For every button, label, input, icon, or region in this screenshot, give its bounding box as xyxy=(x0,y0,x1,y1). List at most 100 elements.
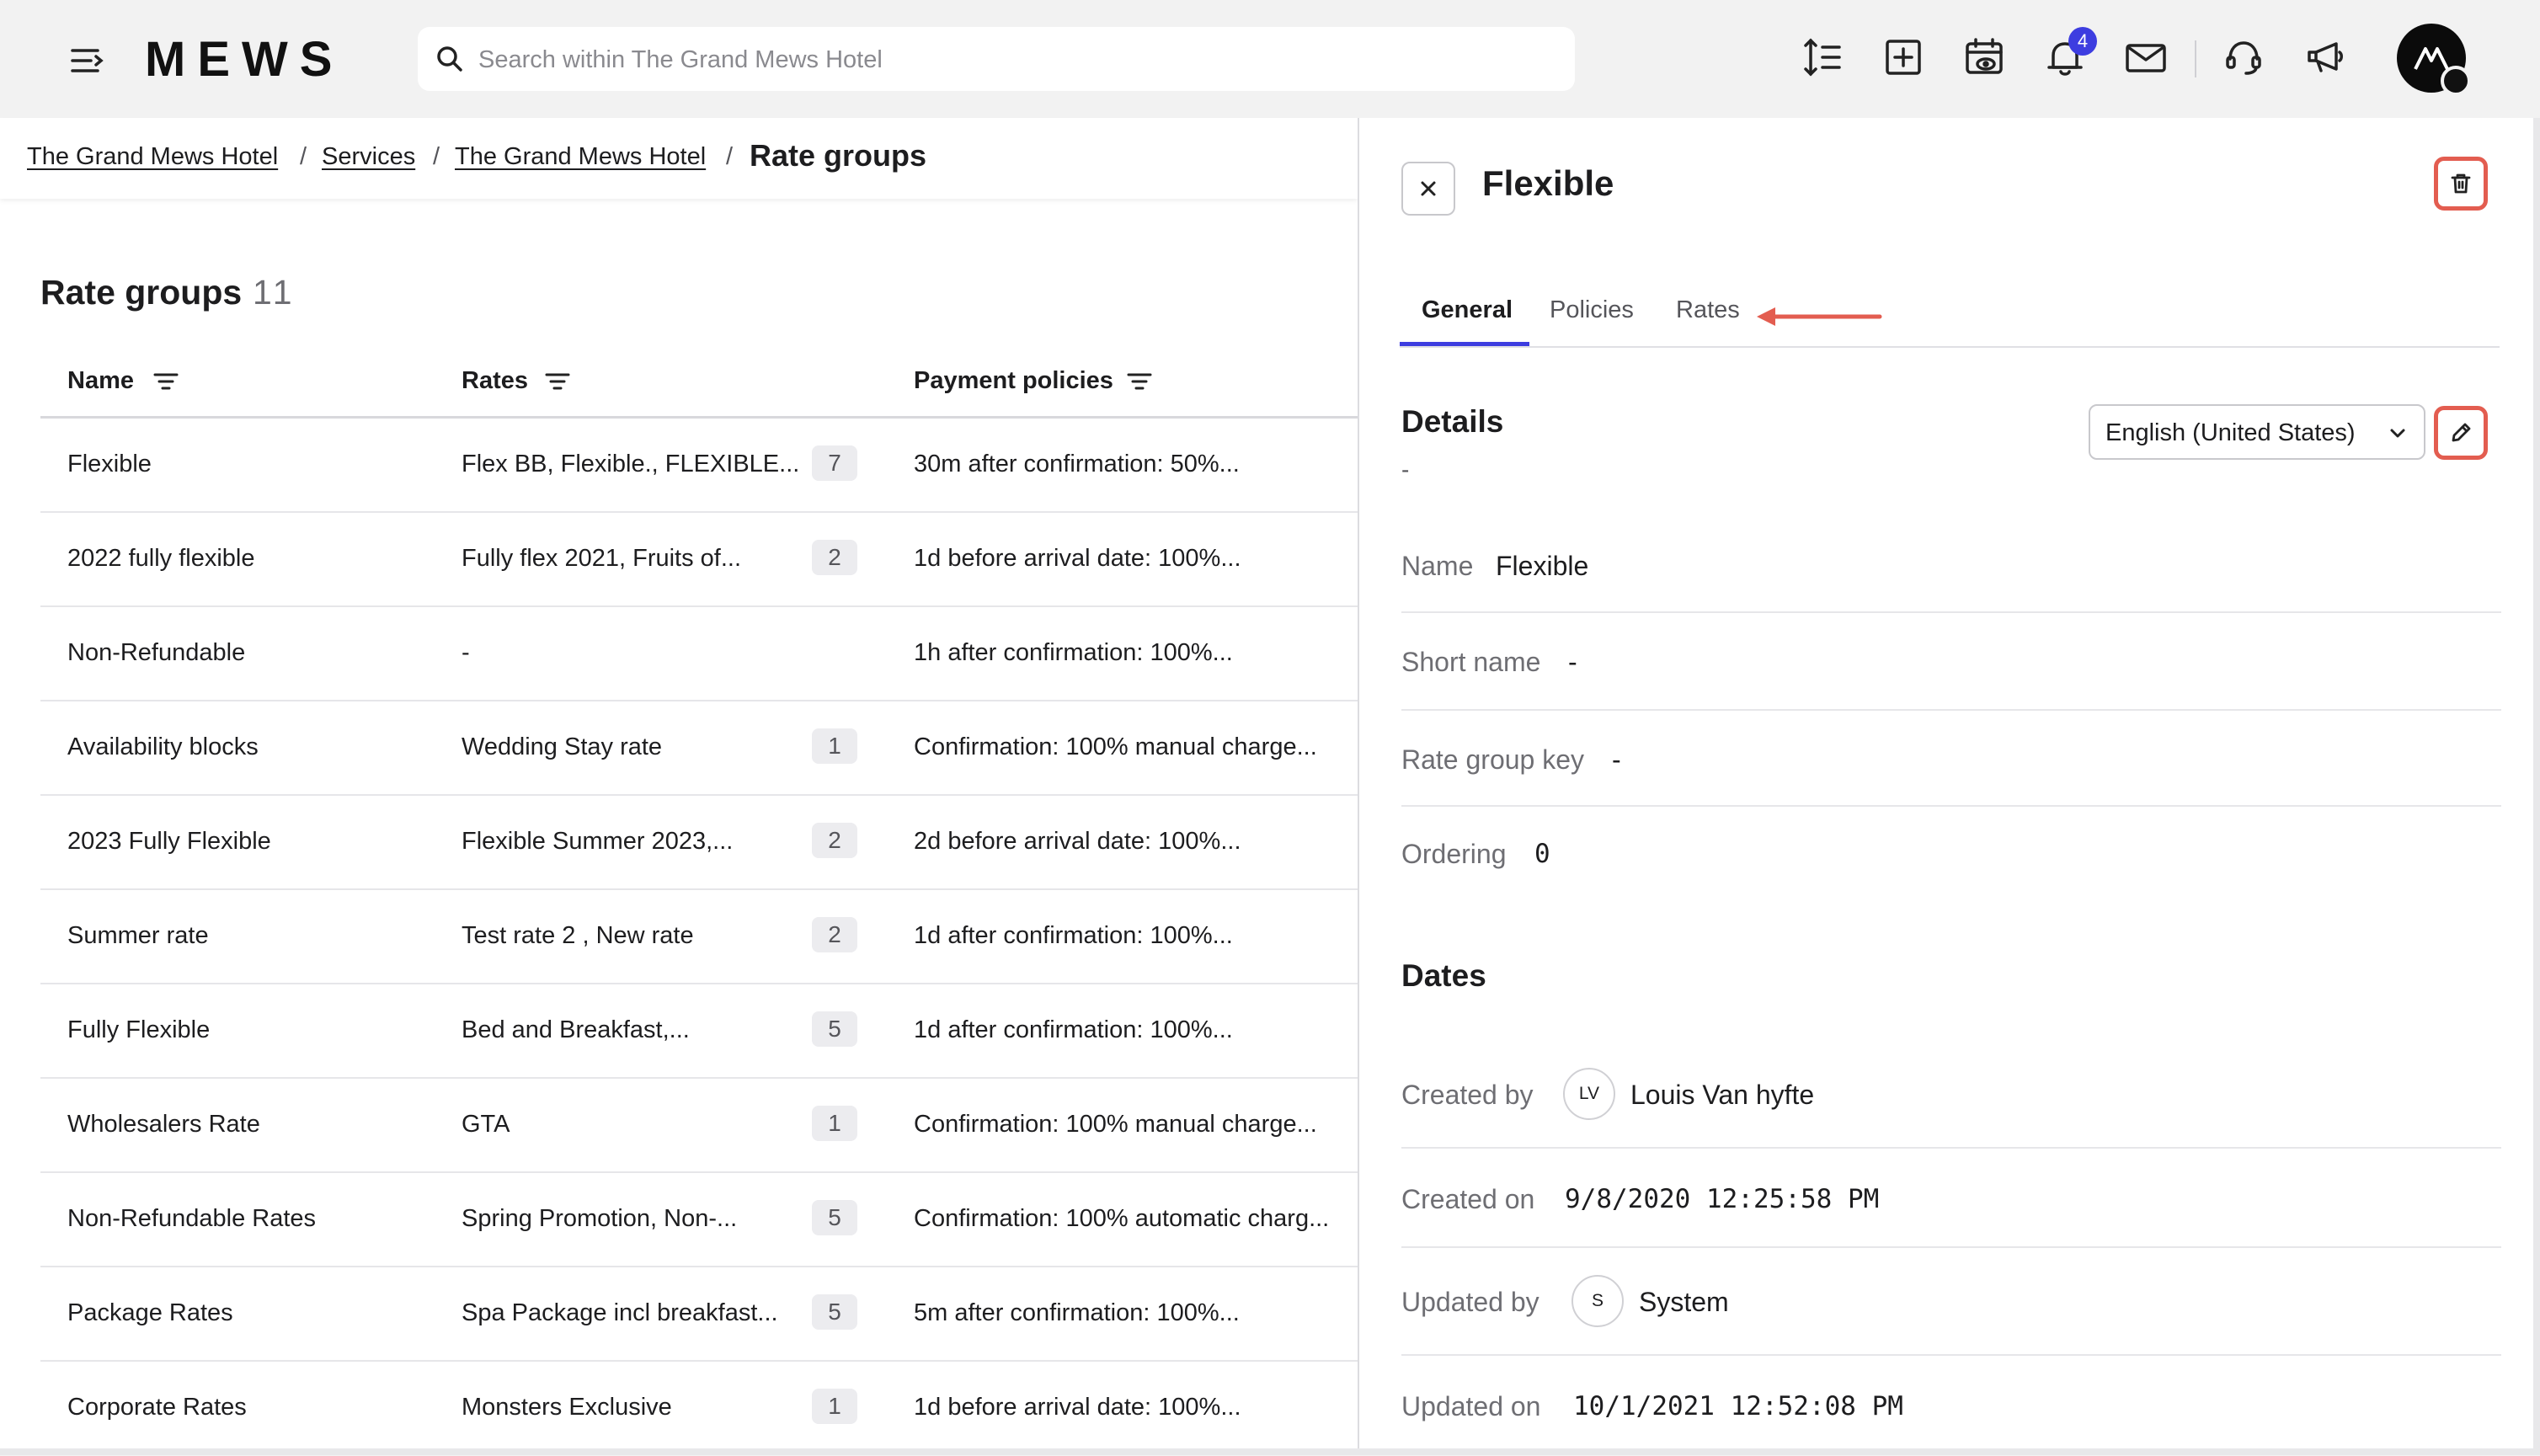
field-value: 10/1/2021 12:52:08 PM xyxy=(1573,1391,1903,1421)
field-updated-by: Updated by S System xyxy=(1401,1248,2501,1356)
row-rates: - xyxy=(462,639,470,666)
table-row[interactable]: Summer rate Test rate 2 , New rate 2 1d aft… xyxy=(40,890,1358,984)
filter-icon[interactable] xyxy=(543,367,572,396)
details-heading: Details xyxy=(1401,404,1504,439)
delete-button[interactable] xyxy=(2434,157,2488,211)
tabs-divider xyxy=(1400,346,2500,348)
table-row[interactable]: Availability blocks Wedding Stay rate 1 Con… xyxy=(40,701,1358,796)
row-name: Package Rates xyxy=(67,1299,233,1326)
field-label: Updated by xyxy=(1401,1287,1539,1317)
field-value: Flexible xyxy=(1496,551,1589,581)
table-row[interactable]: 2023 Fully Flexible Flexible Summer 2023,… xyxy=(40,796,1358,890)
column-header-rates[interactable]: Rates xyxy=(462,367,528,395)
field-label: Created on xyxy=(1401,1184,1535,1214)
filter-icon[interactable] xyxy=(1125,367,1154,396)
row-rates: Fully flex 2021, Fruits of... xyxy=(462,545,742,572)
notification-count-badge: 4 xyxy=(2068,27,2097,56)
field-short-name: Short name - xyxy=(1401,613,2501,711)
line-height-icon[interactable] xyxy=(1799,34,1846,81)
menu-collapse-icon[interactable] xyxy=(66,39,109,83)
row-payment-policy: 1d after confirmation: 100%... xyxy=(914,1016,1233,1043)
page-title: Rate groups xyxy=(40,273,243,312)
field-label: Created by xyxy=(1401,1080,1534,1110)
close-button[interactable] xyxy=(1401,162,1455,216)
rates-count-badge: 1 xyxy=(812,728,857,764)
column-header-payment-policies[interactable]: Payment policies xyxy=(914,367,1113,395)
row-name: Non-Refundable xyxy=(67,639,246,666)
field-rate-group-key: Rate group key - xyxy=(1401,711,2501,807)
row-name: Availability blocks xyxy=(67,733,259,760)
row-payment-policy: 1d before arrival date: 100%... xyxy=(914,545,1241,572)
tab-general[interactable]: General xyxy=(1422,296,1513,324)
avatar-status-dot xyxy=(2441,66,2471,96)
search-bar[interactable] xyxy=(418,27,1575,93)
rate-group-count: 11 xyxy=(253,273,296,312)
table-row[interactable]: Non-Refundable - 1h after confirmation: 10… xyxy=(40,607,1358,701)
breadcrumb-separator: / xyxy=(726,143,734,170)
toolbar-divider xyxy=(2195,40,2196,77)
rate-group-detail-panel: Flexible General Policies Rates Details … xyxy=(1359,118,2533,1448)
edit-button[interactable] xyxy=(2434,406,2488,460)
rates-count-badge: 1 xyxy=(812,1106,857,1141)
top-bar: MEWS 4 xyxy=(0,0,2540,118)
row-rates: Flex BB, Flexible., FLEXIBLE... xyxy=(462,451,800,477)
breadcrumb-current: Rate groups xyxy=(750,138,927,173)
row-name: Summer rate xyxy=(67,922,209,949)
field-label: Rate group key xyxy=(1401,744,1585,775)
user-avatar[interactable] xyxy=(2397,24,2471,96)
mail-icon[interactable] xyxy=(2122,34,2169,81)
support-icon[interactable] xyxy=(2220,34,2267,81)
column-header-name[interactable]: Name xyxy=(67,367,134,395)
table-row[interactable]: Corporate Rates Monsters Exclusive 1 1d bef… xyxy=(40,1362,1358,1456)
row-rates: Monsters Exclusive xyxy=(462,1394,672,1421)
rates-count-badge: 5 xyxy=(812,1200,857,1235)
rates-count-badge: 2 xyxy=(812,540,857,575)
window-edge xyxy=(2533,118,2540,1455)
breadcrumb-hotel-service[interactable]: The Grand Mews Hotel xyxy=(455,143,706,171)
detail-title: Flexible xyxy=(1482,163,1614,203)
table-row[interactable]: Package Rates Spa Package incl breakfast.… xyxy=(40,1267,1358,1362)
field-name: Name Flexible xyxy=(1401,514,2501,613)
avatar: S xyxy=(1571,1275,1624,1327)
field-value: 0 xyxy=(1534,839,1550,869)
language-select-value: English (United States) xyxy=(2105,419,2356,446)
window-edge xyxy=(0,1448,2540,1455)
field-value: Louis Van hyfte xyxy=(1630,1080,1815,1110)
row-rates: Wedding Stay rate xyxy=(462,733,663,760)
rate-groups-page: The Grand Mews Hotel / Services / The Gr… xyxy=(0,118,1358,1448)
field-value: - xyxy=(1568,647,1577,677)
field-value: System xyxy=(1639,1287,1729,1317)
annotation-arrow-icon xyxy=(1757,301,1883,332)
calendar-view-icon[interactable] xyxy=(1961,34,2008,81)
table-row[interactable]: Flexible Flex BB, Flexible., FLEXIBLE... 7… xyxy=(40,419,1358,513)
megaphone-icon[interactable] xyxy=(2303,34,2350,81)
row-payment-policy: Confirmation: 100% manual charge... xyxy=(914,1111,1317,1138)
row-name: 2023 Fully Flexible xyxy=(67,828,271,855)
field-created-on: Created on 9/8/2020 12:25:58 PM xyxy=(1401,1149,2501,1248)
row-name: Non-Refundable Rates xyxy=(67,1205,317,1232)
tab-policies[interactable]: Policies xyxy=(1550,296,1634,324)
row-payment-policy: 30m after confirmation: 50%... xyxy=(914,451,1240,477)
row-rates: Bed and Breakfast,... xyxy=(462,1016,690,1043)
add-box-icon[interactable] xyxy=(1880,34,1927,81)
search-input[interactable] xyxy=(477,27,1558,93)
table-row[interactable]: Wholesalers Rate GTA 1 Confirmation: 100% m… xyxy=(40,1079,1358,1173)
table-row[interactable]: 2022 fully flexible Fully flex 2021, Frui… xyxy=(40,513,1358,607)
breadcrumb-services[interactable]: Services xyxy=(322,143,415,171)
field-value: 9/8/2020 12:25:58 PM xyxy=(1565,1184,1880,1214)
search-icon xyxy=(433,42,467,76)
filter-icon[interactable] xyxy=(152,367,180,396)
row-rates: Flexible Summer 2023,... xyxy=(462,828,734,855)
field-label: Name xyxy=(1401,551,1474,581)
table-row[interactable]: Non-Refundable Rates Spring Promotion, No… xyxy=(40,1173,1358,1267)
language-select[interactable]: English (United States) xyxy=(2089,404,2425,460)
row-payment-policy: 1d after confirmation: 100%... xyxy=(914,922,1233,949)
details-description: - xyxy=(1401,456,1410,483)
row-payment-policy: 2d before arrival date: 100%... xyxy=(914,828,1241,855)
field-updated-on: Updated on 10/1/2021 12:52:08 PM xyxy=(1401,1356,2501,1448)
rates-count-badge: 1 xyxy=(812,1389,857,1424)
tab-rates[interactable]: Rates xyxy=(1676,296,1740,324)
breadcrumb-hotel[interactable]: The Grand Mews Hotel xyxy=(27,143,278,171)
mews-logo[interactable]: MEWS xyxy=(145,34,344,86)
table-row[interactable]: Fully Flexible Bed and Breakfast,... 5 1d a… xyxy=(40,984,1358,1079)
